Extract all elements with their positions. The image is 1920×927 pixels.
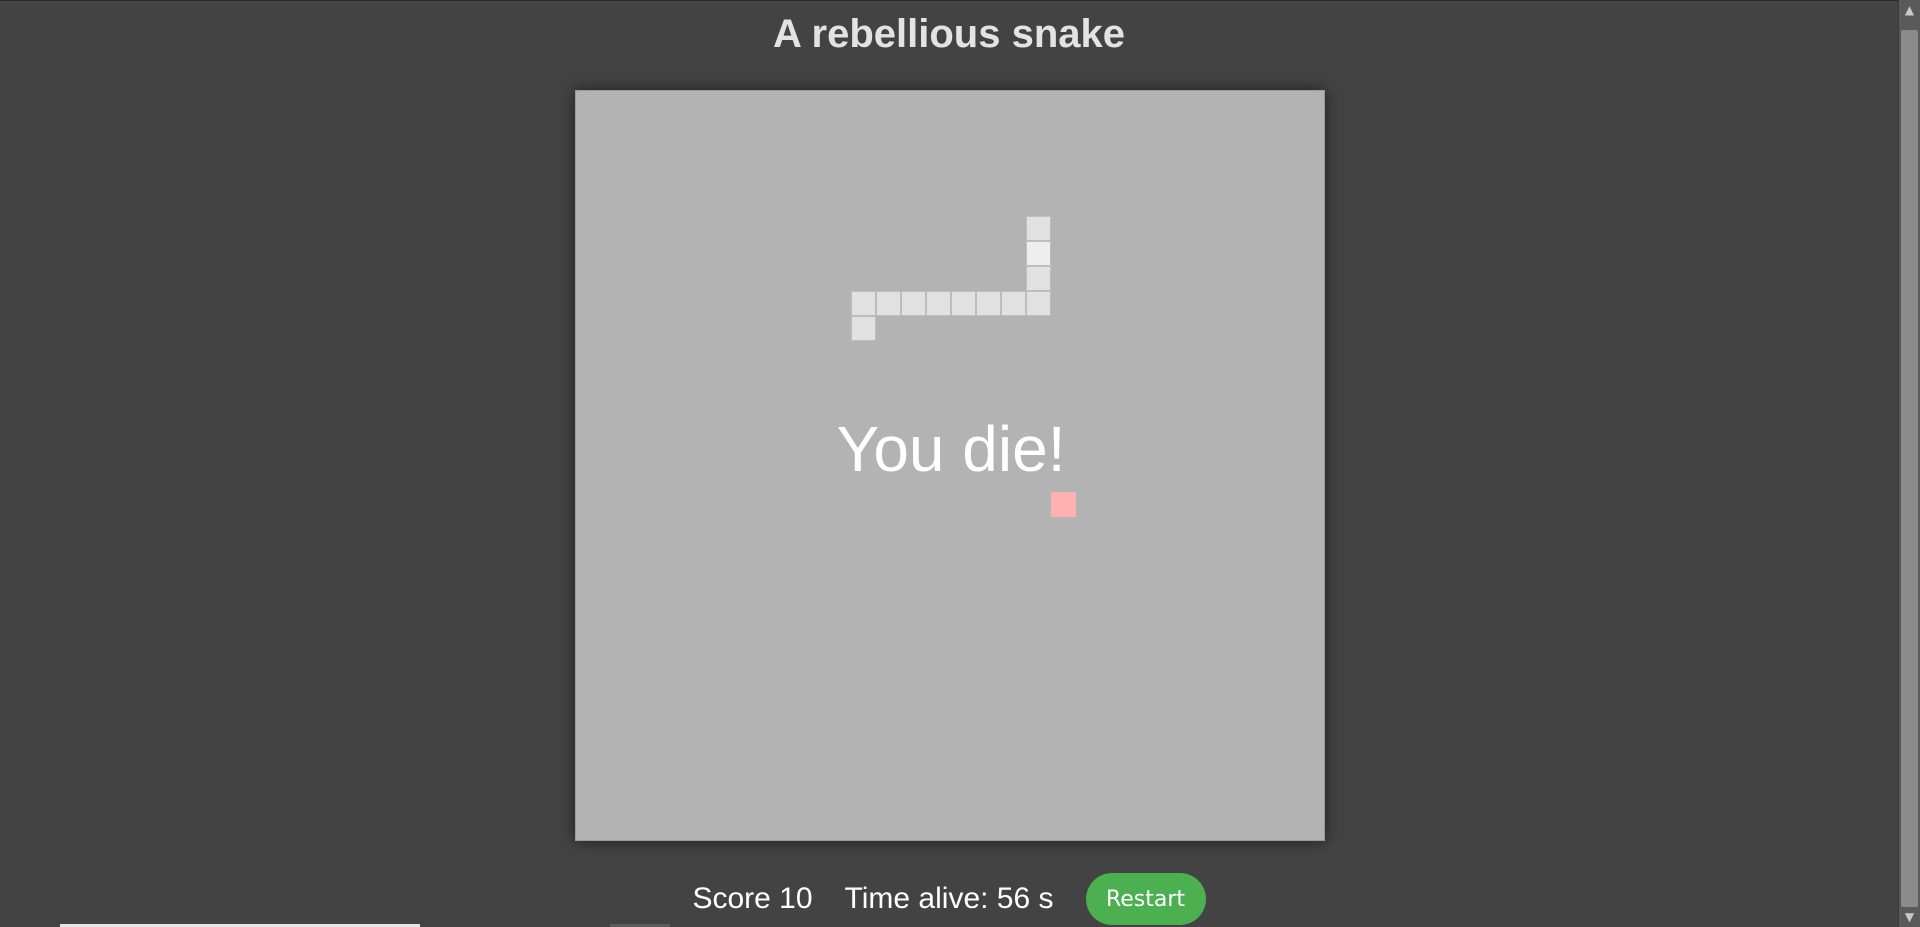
snake-segment (1026, 216, 1051, 242)
score-display: Score 10 (692, 882, 813, 915)
snake-segment (901, 291, 926, 317)
snake-segment (851, 316, 876, 342)
top-divider (0, 0, 1898, 1)
scroll-up-icon[interactable]: ▲ (1899, 0, 1920, 20)
game-over-message: You die! (836, 413, 1066, 485)
food-item (1051, 491, 1076, 517)
snake-segment (1026, 266, 1051, 292)
snake-segment (851, 291, 876, 317)
snake-segment (926, 291, 951, 317)
game-board[interactable]: You die! (575, 90, 1325, 841)
snake-segment (1026, 291, 1051, 317)
snake-segment (1026, 241, 1051, 267)
time-alive-display: Time alive: 56 s (844, 882, 1054, 915)
page-title: A rebellious snake (773, 12, 1125, 56)
scroll-down-icon[interactable]: ▼ (1899, 907, 1920, 927)
snake-segment (951, 291, 976, 317)
restart-button[interactable]: Restart (1085, 873, 1206, 925)
status-footer: Score 10 Time alive: 56 s Restart (0, 871, 1898, 927)
scrollbar-thumb[interactable] (1901, 30, 1918, 907)
snake-segment (876, 291, 901, 317)
snake-segment (1001, 291, 1026, 317)
page: A rebellious snake You die! Score 10 Tim… (0, 0, 1920, 927)
vertical-scrollbar[interactable]: ▲ ▼ (1898, 0, 1920, 927)
snake-segment (976, 291, 1001, 317)
